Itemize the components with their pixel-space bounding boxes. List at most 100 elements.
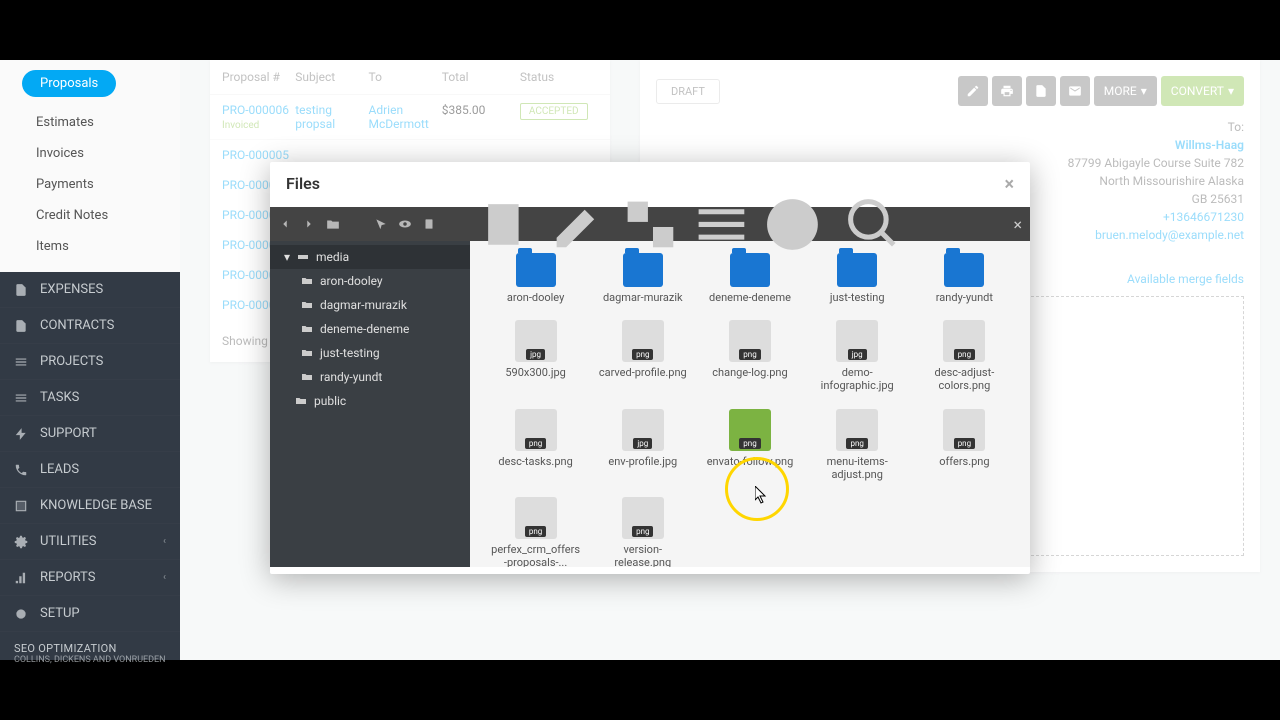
tree-item[interactable]: just-testing bbox=[270, 341, 470, 365]
sidebar-link-estimates[interactable]: Estimates bbox=[0, 107, 180, 138]
list-view-icon[interactable] bbox=[691, 194, 752, 255]
folder-label: dagmar-murazik bbox=[603, 291, 683, 304]
sidebar-item-tasks[interactable]: TASKS bbox=[0, 380, 180, 416]
sidebar-item-contracts[interactable]: CONTRACTS bbox=[0, 308, 180, 344]
files-modal: Files × ▾media aron-dooley dagmar-murazi… bbox=[270, 162, 1030, 574]
tree-label: dagmar-murazik bbox=[320, 298, 407, 312]
tree-item[interactable]: dagmar-murazik bbox=[270, 293, 470, 317]
sidebar-item-setup[interactable]: SETUP bbox=[0, 596, 180, 632]
folder-item[interactable]: aron-dooley bbox=[486, 249, 585, 308]
forward-icon[interactable] bbox=[302, 217, 316, 231]
cursor-icon[interactable] bbox=[374, 217, 388, 231]
file-icon bbox=[14, 319, 28, 333]
folder-label: deneme-deneme bbox=[709, 291, 791, 304]
file-item[interactable]: png perfex_crm_offers-proposals-... bbox=[486, 493, 585, 567]
tree-item-public[interactable]: public bbox=[270, 389, 470, 413]
sidebar-item-label: TASKS bbox=[40, 390, 79, 405]
tree-item[interactable]: aron-dooley bbox=[270, 269, 470, 293]
sidebar-link-invoices[interactable]: Invoices bbox=[0, 138, 180, 169]
modal-title-text: Files bbox=[286, 174, 320, 195]
folder-item[interactable]: randy-yundt bbox=[915, 249, 1014, 308]
chevron-down-icon: ▾ bbox=[284, 250, 290, 264]
file-item[interactable]: pngmenu-items-adjust.png bbox=[808, 405, 907, 485]
file-ext-badge: png bbox=[525, 438, 546, 449]
file-thumb: png bbox=[515, 497, 557, 539]
info-icon[interactable] bbox=[762, 194, 823, 255]
file-label: perfex_crm_offers-proposals-... bbox=[491, 543, 581, 567]
search-icon[interactable] bbox=[843, 194, 904, 255]
file-label: menu-items-adjust.png bbox=[812, 455, 902, 481]
tree-item-media[interactable]: ▾media bbox=[270, 245, 470, 269]
eye-icon[interactable] bbox=[398, 217, 412, 231]
sidebar-link-payments[interactable]: Payments bbox=[0, 169, 180, 200]
sidebar-item-label: CONTRACTS bbox=[40, 318, 114, 333]
folder-icon bbox=[944, 253, 984, 287]
sidebar-item-reports[interactable]: REPORTS‹ bbox=[0, 560, 180, 596]
file-label: carved-profile.png bbox=[599, 366, 687, 379]
check-icon bbox=[14, 391, 28, 405]
tree-label: randy-yundt bbox=[320, 370, 382, 384]
clipboard-icon[interactable] bbox=[422, 217, 436, 231]
proposals-pill[interactable]: Proposals bbox=[22, 70, 116, 97]
download-icon[interactable] bbox=[350, 217, 364, 231]
tree-label: aron-dooley bbox=[320, 274, 383, 288]
tree-item[interactable]: randy-yundt bbox=[270, 365, 470, 389]
sidebar-item-leads[interactable]: LEADS bbox=[0, 452, 180, 488]
file-item[interactable]: pngversion-release.png bbox=[593, 493, 692, 567]
phone-icon bbox=[14, 463, 28, 477]
lightning-icon bbox=[14, 427, 28, 441]
file-label: desc-adjust-colors.png bbox=[919, 366, 1009, 392]
folder-item[interactable]: dagmar-murazik bbox=[593, 249, 692, 308]
file-thumb: png bbox=[622, 320, 664, 362]
file-item[interactable]: jpg590x300.jpg bbox=[486, 316, 585, 396]
file-thumb: png bbox=[515, 409, 557, 451]
folder-icon bbox=[730, 253, 770, 287]
tree-label: just-testing bbox=[320, 346, 380, 360]
folder-label: aron-dooley bbox=[507, 291, 564, 304]
resize-icon[interactable] bbox=[620, 194, 681, 255]
folder-tree: ▾media aron-dooley dagmar-murazik deneme… bbox=[270, 207, 470, 567]
back-icon[interactable] bbox=[278, 217, 292, 231]
file-label: envato-follow.png bbox=[707, 455, 794, 468]
file-item[interactable]: pngdesc-tasks.png bbox=[486, 405, 585, 485]
chart-icon bbox=[14, 571, 28, 585]
file-item[interactable]: png carved-profile.png bbox=[593, 316, 692, 396]
sidebar-item-expenses[interactable]: EXPENSES bbox=[0, 272, 180, 308]
sidebar-item-utilities[interactable]: UTILITIES‹ bbox=[0, 524, 180, 560]
file-item[interactable]: jpgdemo-infographic.jpg bbox=[808, 316, 907, 396]
folder-icon bbox=[300, 323, 314, 335]
sidebar-top-section: Proposals Estimates Invoices Payments Cr… bbox=[0, 60, 180, 272]
tree-list: ▾media aron-dooley dagmar-murazik deneme… bbox=[270, 241, 470, 417]
footer-title: SEO OPTIMIZATION bbox=[14, 642, 166, 655]
folder-icon bbox=[300, 299, 314, 311]
sidebar-item-kb[interactable]: KNOWLEDGE BASE bbox=[0, 488, 180, 524]
folder-item[interactable]: just-testing bbox=[808, 249, 907, 308]
file-label: demo-infographic.jpg bbox=[812, 366, 902, 392]
file-icon bbox=[14, 283, 28, 297]
sidebar-item-support[interactable]: SUPPORT bbox=[0, 416, 180, 452]
sidebar-item-projects[interactable]: PROJECTS bbox=[0, 344, 180, 380]
file-item[interactable]: pngoffers.png bbox=[915, 405, 1014, 485]
fm-toolbar-right: × bbox=[470, 207, 1030, 241]
sidebar-item-label: PROJECTS bbox=[40, 354, 103, 369]
chevron-left-icon: ‹ bbox=[163, 572, 166, 583]
file-label: env-profile.jpg bbox=[608, 455, 677, 468]
close-search-icon[interactable]: × bbox=[1013, 215, 1022, 234]
sidebar-item-label: UTILITIES bbox=[40, 534, 96, 549]
file-item[interactable]: pngchange-log.png bbox=[700, 316, 799, 396]
file-manager: ▾media aron-dooley dagmar-murazik deneme… bbox=[270, 207, 1030, 567]
sidebar-link-items[interactable]: Items bbox=[0, 231, 180, 262]
file-item[interactable]: png desc-adjust-colors.png bbox=[915, 316, 1014, 396]
sidebar: Proposals Estimates Invoices Payments Cr… bbox=[0, 60, 180, 660]
close-icon[interactable]: × bbox=[1004, 174, 1014, 195]
folder-open-icon[interactable] bbox=[326, 217, 340, 231]
edit-icon[interactable] bbox=[549, 194, 610, 255]
file-item[interactable]: jpgenv-profile.jpg bbox=[593, 405, 692, 485]
sidebar-link-creditnotes[interactable]: Credit Notes bbox=[0, 200, 180, 231]
file-item[interactable]: pngenvato-follow.png bbox=[700, 405, 799, 485]
folder-item[interactable]: deneme-deneme bbox=[700, 249, 799, 308]
file-thumb: png bbox=[943, 320, 985, 362]
folder-icon bbox=[837, 253, 877, 287]
tree-item[interactable]: deneme-deneme bbox=[270, 317, 470, 341]
copy-icon[interactable] bbox=[478, 194, 539, 255]
